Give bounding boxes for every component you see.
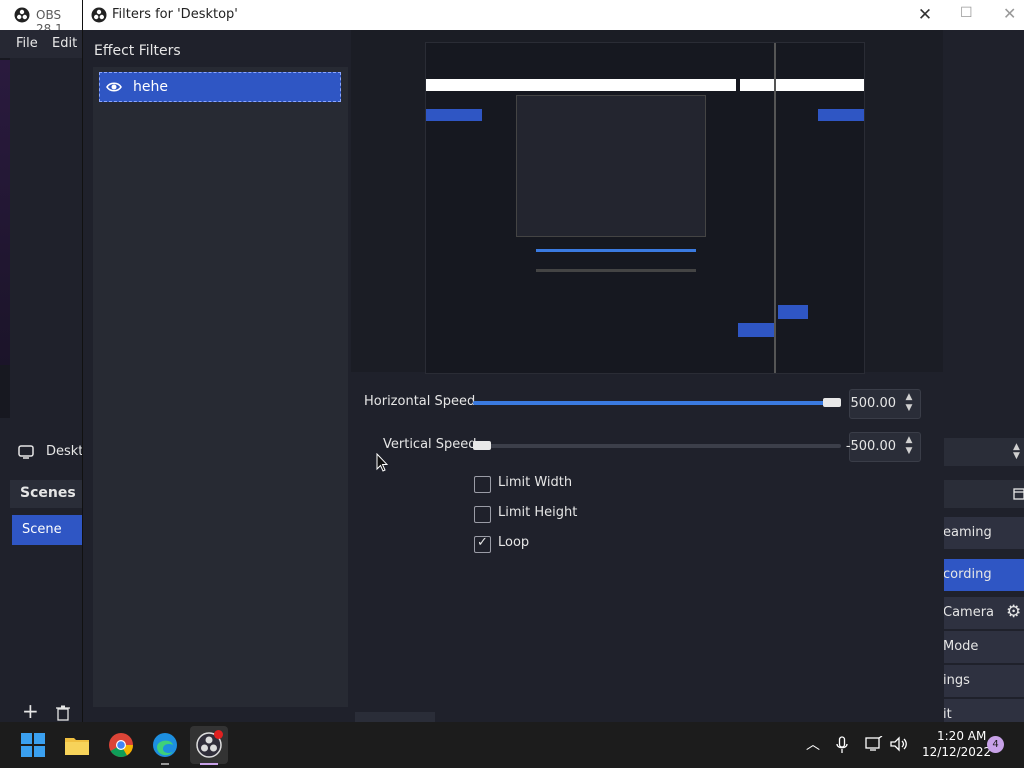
horizontal-speed-fill (473, 401, 832, 405)
spin-arrows-icon[interactable]: ▲ ▼ (1013, 443, 1020, 461)
dialog-title: Filters for 'Desktop' (112, 7, 238, 22)
start-streaming-label: eaming (943, 525, 992, 540)
undock-icon[interactable] (1013, 488, 1024, 500)
vertical-speed-label: Vertical Speed (383, 437, 477, 452)
trash-icon[interactable] (56, 705, 70, 721)
settings-button[interactable]: ings (943, 665, 1024, 697)
virtual-camera-label: Camera (943, 605, 995, 620)
obs-logo-icon (14, 7, 30, 23)
studio-mode-label: Mode (943, 639, 979, 654)
start-recording-button[interactable]: cording (943, 559, 1024, 591)
spin-arrows-icon[interactable]: ▲ ▼ (902, 435, 916, 459)
preview-titlebar-right (740, 79, 864, 91)
spin-arrows-icon[interactable]: ▲ ▼ (902, 392, 916, 416)
taskbar: ︿ 1:20 AM 12/12/2022 4 (0, 722, 1024, 768)
right-window-area (943, 30, 1024, 435)
exit-label: it (943, 707, 952, 722)
filter-preview (351, 30, 943, 374)
preview-selection (426, 109, 482, 121)
main-close-icon[interactable]: ✕ (1003, 4, 1016, 23)
scenes-header: Scenes (10, 480, 82, 508)
horizontal-speed-label: Horizontal Speed (364, 394, 476, 409)
edge-running-indicator (161, 763, 169, 765)
exit-button[interactable]: it (943, 699, 1024, 722)
recording-dot-icon (214, 730, 223, 739)
dialog-title-bar: Filters for 'Desktop' ✕ (83, 0, 944, 30)
limit-width-checkbox[interactable] (474, 476, 491, 493)
close-icon[interactable]: ✕ (914, 4, 936, 26)
horizontal-speed-spinbox[interactable]: 500.00 ▲ ▼ (849, 389, 921, 419)
preview-slider (536, 249, 696, 252)
settings-label: ings (943, 673, 970, 688)
dialog-bottom-button[interactable] (355, 712, 435, 722)
scene-tools: + (10, 699, 82, 723)
add-icon[interactable]: + (22, 699, 39, 723)
preview-image (425, 42, 865, 374)
obs-active-indicator (200, 763, 218, 765)
filter-item-label: hehe (133, 79, 168, 95)
obs-title-bar: OBS 28.1 (0, 0, 90, 36)
limit-width-label: Limit Width (498, 475, 573, 490)
vertical-speed-spinbox[interactable]: -500.00 ▲ ▼ (845, 432, 921, 462)
controls-header (943, 480, 1024, 508)
edge-icon[interactable] (151, 731, 179, 759)
horizontal-speed-handle[interactable] (823, 398, 841, 407)
scenes-header-label: Scenes (20, 485, 76, 501)
clock-time[interactable]: 1:20 AM (937, 729, 986, 743)
scene-item[interactable]: Scene (12, 515, 82, 545)
studio-mode-button[interactable]: Mode (943, 631, 1024, 663)
loop-label: Loop (498, 535, 530, 550)
obs-logo-icon (91, 7, 107, 23)
limit-height-row[interactable]: Limit Height (474, 504, 634, 524)
menu-file[interactable]: File (16, 36, 38, 51)
chevron-up-icon[interactable]: ︿ (806, 734, 820, 754)
right-spin-box[interactable]: ▲ ▼ (943, 438, 1024, 466)
virtual-camera-button[interactable]: Camera ⚙ (943, 597, 1024, 629)
preview-slider-2 (536, 269, 696, 272)
filters-dialog: Filters for 'Desktop' ✕ Effect Filters h… (82, 0, 944, 722)
limit-height-checkbox[interactable] (474, 506, 491, 523)
obs-preview-edge (0, 60, 10, 365)
start-recording-label: cording (943, 567, 992, 582)
cursor-icon (376, 453, 388, 472)
eye-icon[interactable] (106, 79, 122, 95)
volume-icon[interactable] (890, 736, 908, 752)
limit-width-row[interactable]: Limit Width (474, 474, 634, 494)
preview-record (738, 323, 774, 337)
source-row[interactable]: Deskto (10, 438, 91, 466)
horizontal-speed-value: 500.00 (850, 396, 897, 411)
file-explorer-icon[interactable] (63, 731, 91, 759)
filter-list: hehe (93, 67, 348, 707)
gear-icon[interactable]: ⚙ (1006, 602, 1021, 622)
vertical-speed-handle[interactable] (473, 441, 491, 450)
network-icon[interactable] (865, 736, 883, 752)
scene-item-label: Scene (22, 522, 62, 537)
horizontal-speed-slider[interactable] (473, 398, 841, 407)
preview-titlebar (426, 79, 736, 91)
main-window-controls: ☐ ✕ (943, 0, 1024, 30)
limit-height-label: Limit Height (498, 505, 578, 520)
windows-start-icon[interactable] (19, 731, 47, 759)
loop-checkbox[interactable] (474, 535, 491, 553)
preview-scene (778, 305, 808, 319)
filter-item[interactable]: hehe (99, 72, 341, 102)
microphone-icon[interactable] (836, 736, 848, 754)
menu-edit[interactable]: Edit (52, 36, 77, 51)
preview-nested-window (516, 95, 706, 237)
maximize-icon[interactable]: ☐ (960, 5, 973, 21)
notification-badge[interactable]: 4 (987, 736, 1004, 753)
monitor-icon (18, 445, 34, 459)
loop-row[interactable]: Loop (474, 534, 634, 554)
vertical-speed-value: -500.00 (845, 439, 896, 454)
vertical-speed-slider[interactable] (473, 441, 841, 450)
chrome-icon[interactable] (107, 731, 135, 759)
obs-menubar: File Edit (0, 30, 82, 58)
clock-date[interactable]: 12/12/2022 (922, 745, 991, 759)
effect-filters-label: Effect Filters (94, 43, 181, 59)
start-streaming-button[interactable]: eaming (943, 517, 1024, 549)
preview-selection-right (818, 109, 864, 121)
preview-divider (774, 43, 776, 373)
